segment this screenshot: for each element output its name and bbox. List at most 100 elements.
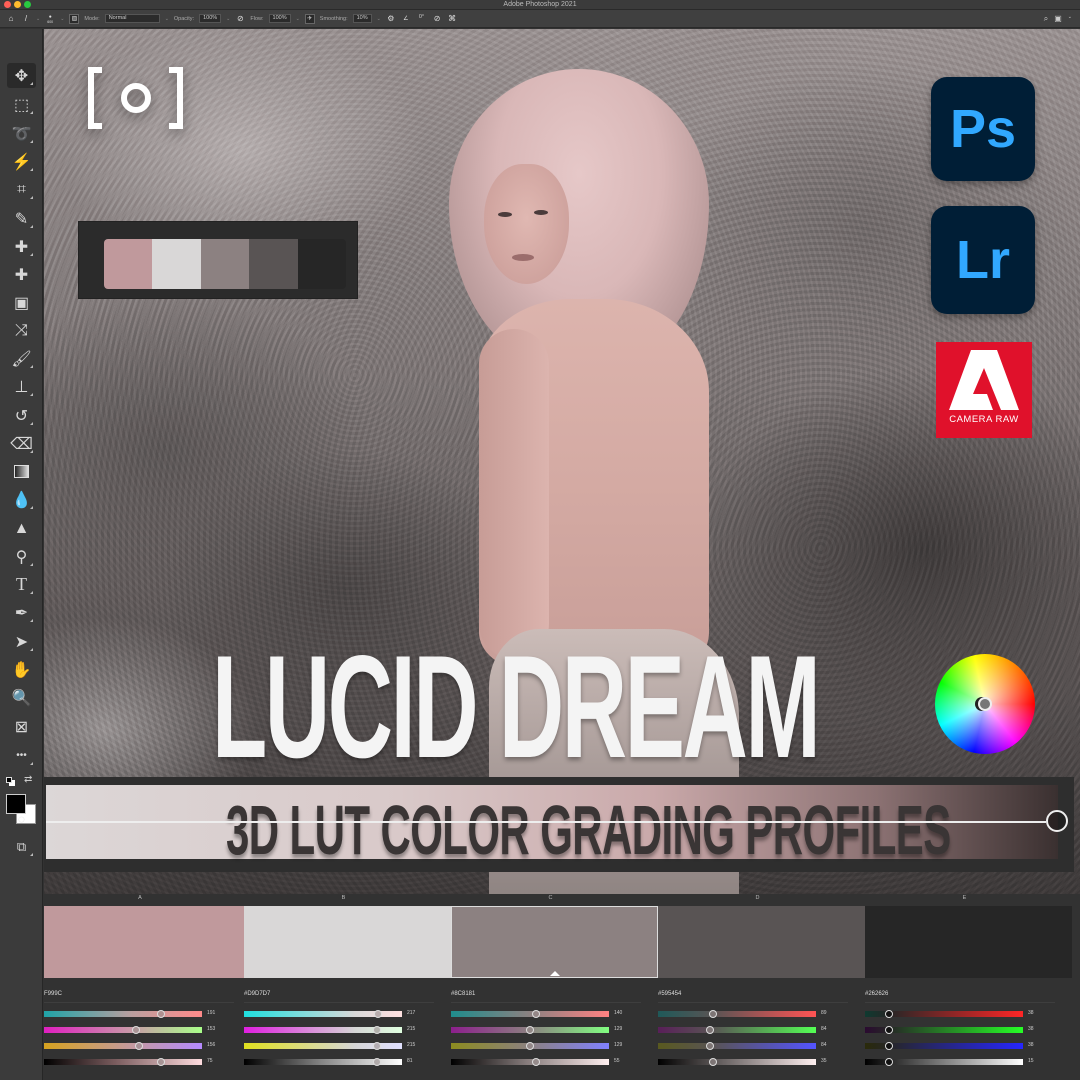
color-swatch[interactable] [658, 906, 865, 978]
slider-knob[interactable] [372, 1042, 381, 1050]
slider-handle[interactable] [1046, 810, 1068, 832]
swap-colors-icon[interactable]: ⇄ [24, 774, 32, 785]
foreground-color-swatch[interactable] [6, 794, 26, 814]
default-colors-button[interactable] [6, 777, 16, 787]
angle-input[interactable]: 0° [416, 14, 427, 23]
slider-track[interactable] [658, 1042, 816, 1050]
color-swatch[interactable] [244, 906, 451, 978]
history-brush-tool[interactable]: ↺ [7, 403, 36, 428]
screen-mode-button[interactable]: ⧉ [7, 834, 36, 859]
slider-knob[interactable] [374, 1010, 383, 1018]
slider-track[interactable] [44, 1026, 202, 1034]
magic-wand-tool[interactable]: ⚡ [7, 149, 36, 174]
healing-brush-tool[interactable]: ✚ [7, 262, 36, 287]
hex-value[interactable]: #8C8181 [451, 991, 475, 997]
slider-track[interactable] [451, 1058, 609, 1066]
spot-healing-tool[interactable]: ✚ [7, 234, 36, 259]
slider-track[interactable] [865, 1058, 1023, 1066]
slider-knob[interactable] [709, 1058, 718, 1066]
slider-knob[interactable] [156, 1010, 165, 1018]
lasso-tool[interactable]: ➰ [7, 121, 36, 146]
document-canvas[interactable]: Ps Lr CAMERA RAW LUCID DREAM 3D LUT COLO… [44, 29, 1080, 894]
slider-knob[interactable] [372, 1026, 381, 1034]
eyedropper-tool[interactable]: ✎ [7, 206, 36, 231]
home-icon[interactable]: ⌂ [6, 14, 16, 24]
chevron-down-icon[interactable]: ⌄ [36, 16, 40, 22]
slider-knob[interactable] [156, 1058, 165, 1066]
slider-track[interactable] [451, 1026, 609, 1034]
slider-track[interactable] [44, 1010, 202, 1018]
color-swatch[interactable] [865, 906, 1072, 978]
brush-preset-picker[interactable]: / [21, 14, 31, 24]
slider-track[interactable] [451, 1042, 609, 1050]
content-aware-move-tool[interactable]: ⤨ [7, 318, 36, 343]
slider-knob[interactable] [884, 1026, 893, 1034]
zoom-tool[interactable]: 🔍 [7, 685, 36, 710]
crop-tool[interactable]: ⌗ [7, 177, 36, 202]
dodge-tool[interactable]: ⚲ [7, 544, 36, 569]
hex-value[interactable]: #595454 [658, 991, 681, 997]
slider-knob[interactable] [709, 1010, 718, 1018]
pressure-size-icon[interactable]: ⊘ [432, 14, 442, 24]
slider-track[interactable] [44, 1058, 202, 1066]
slider-knob[interactable] [532, 1058, 541, 1066]
slider-track[interactable] [244, 1026, 402, 1034]
slider-knob[interactable] [134, 1042, 143, 1050]
slider-track[interactable] [658, 1010, 816, 1018]
slider-knob[interactable] [372, 1058, 381, 1066]
brush-size-picker[interactable]: ● 600 [45, 14, 55, 24]
patch-tool[interactable]: ▣ [7, 290, 36, 315]
slider-knob[interactable] [526, 1042, 534, 1050]
search-icon[interactable]: ⌕ [1044, 14, 1048, 24]
slider-knob[interactable] [706, 1026, 715, 1034]
slider-track[interactable] [451, 1010, 609, 1018]
slider-track[interactable] [44, 1042, 202, 1050]
chevron-down-icon[interactable]: ⌄ [226, 16, 230, 22]
airbrush-icon[interactable]: ✈ [304, 13, 315, 24]
sharpen-tool[interactable]: ▲ [7, 516, 36, 541]
slider-knob[interactable] [131, 1026, 140, 1034]
hand-tool[interactable]: ✋ [7, 657, 36, 682]
smoothing-options-gear-icon[interactable]: ⚙ [386, 14, 396, 24]
color-swatch[interactable] [44, 906, 244, 978]
slider-track[interactable] [865, 1042, 1023, 1050]
slider-knob[interactable] [532, 1010, 541, 1018]
slider-knob[interactable] [706, 1042, 715, 1050]
eraser-tool[interactable]: ⌫ [7, 431, 36, 456]
smoothing-input[interactable]: 10% [352, 14, 372, 23]
slider-track[interactable] [244, 1042, 402, 1050]
slider-track[interactable] [244, 1010, 402, 1018]
move-tool[interactable]: ✥ [7, 63, 36, 88]
brush-tool[interactable]: 🖌 [7, 346, 36, 371]
chevron-down-icon[interactable]: ⌄ [377, 16, 381, 22]
clone-stamp-tool[interactable]: ⊥ [7, 374, 36, 399]
color-wheel-handle[interactable] [978, 697, 992, 711]
blur-tool[interactable]: 💧 [7, 487, 36, 512]
slider-track[interactable] [865, 1026, 1023, 1034]
opacity-input[interactable]: 100% [199, 14, 222, 23]
marquee-tool[interactable]: ⬚ [7, 92, 36, 117]
pressure-opacity-icon[interactable]: ⊘ [235, 14, 245, 24]
slider-track[interactable] [244, 1058, 402, 1066]
path-selection-tool[interactable]: ➤ [7, 629, 36, 654]
slider-track[interactable] [46, 821, 1046, 823]
chevron-down-icon[interactable]: ⌄ [296, 16, 300, 22]
gradient-tool[interactable] [7, 459, 36, 484]
hex-value[interactable]: #D9D7D7 [244, 991, 270, 997]
chevron-down-icon[interactable]: ⌄ [1068, 14, 1072, 24]
chevron-down-icon[interactable]: ⌄ [60, 16, 64, 22]
workspace-icon[interactable]: ▣ [1054, 14, 1062, 24]
chevron-down-icon[interactable]: ⌄ [165, 16, 169, 22]
frame-tool[interactable]: ⊠ [7, 714, 36, 739]
slider-knob[interactable] [884, 1010, 893, 1018]
slider-track[interactable] [658, 1058, 816, 1066]
slider-track[interactable] [658, 1026, 816, 1034]
hex-value[interactable]: #262626 [865, 991, 888, 997]
mode-select[interactable]: Normal [104, 14, 160, 23]
flow-input[interactable]: 100% [268, 14, 291, 23]
symmetry-icon[interactable]: ⌘ [447, 14, 457, 24]
slider-knob[interactable] [884, 1058, 893, 1066]
color-wheel[interactable] [935, 654, 1035, 754]
pen-tool[interactable]: ✒ [7, 600, 36, 625]
color-swatch[interactable] [451, 906, 658, 978]
